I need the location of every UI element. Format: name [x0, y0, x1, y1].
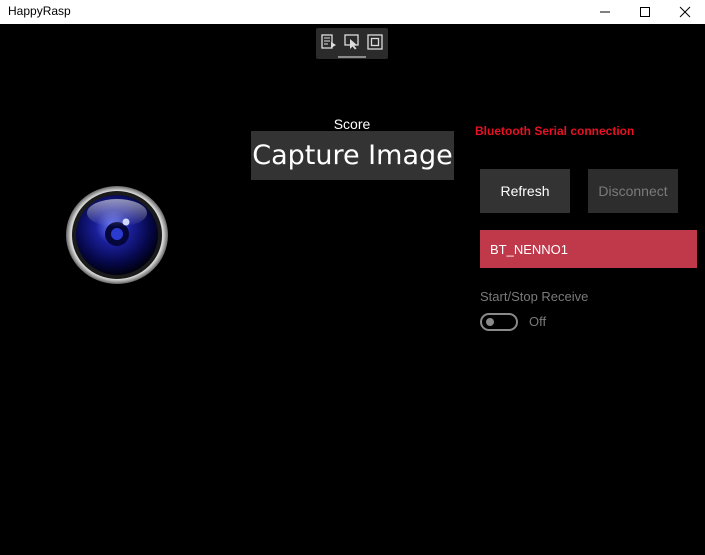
bluetooth-title: Bluetooth Serial connection	[475, 124, 635, 138]
disconnect-button[interactable]: Disconnect	[588, 169, 678, 213]
maximize-button[interactable]	[625, 0, 665, 24]
device-list-item[interactable]: BT_NENNO1	[480, 230, 697, 268]
title-bar: HappyRasp	[0, 0, 705, 24]
receive-toggle-label: Start/Stop Receive	[480, 289, 589, 304]
maximize-icon	[640, 7, 650, 17]
close-button[interactable]	[665, 0, 705, 24]
toolbar-collapse-handle[interactable]	[338, 56, 366, 58]
app-content: Score Capture Image Bluetooth Serial con…	[0, 24, 705, 555]
select-element-icon[interactable]	[343, 33, 361, 51]
score-label: Score	[333, 116, 371, 132]
camera-lens-icon[interactable]	[65, 185, 169, 285]
window-title: HappyRasp	[8, 4, 71, 18]
toggle-state-text: Off	[529, 314, 547, 329]
live-visual-tree-icon[interactable]	[320, 33, 338, 51]
toggle-knob	[486, 318, 494, 326]
receive-toggle-switch[interactable]	[480, 313, 518, 331]
debug-toolbar	[316, 28, 388, 59]
display-layout-adorners-icon[interactable]	[366, 33, 384, 51]
close-icon	[679, 6, 691, 18]
capture-image-button[interactable]: Capture Image	[251, 131, 454, 180]
minimize-icon	[600, 11, 610, 13]
minimize-button[interactable]	[585, 0, 625, 24]
refresh-button[interactable]: Refresh	[480, 169, 570, 213]
